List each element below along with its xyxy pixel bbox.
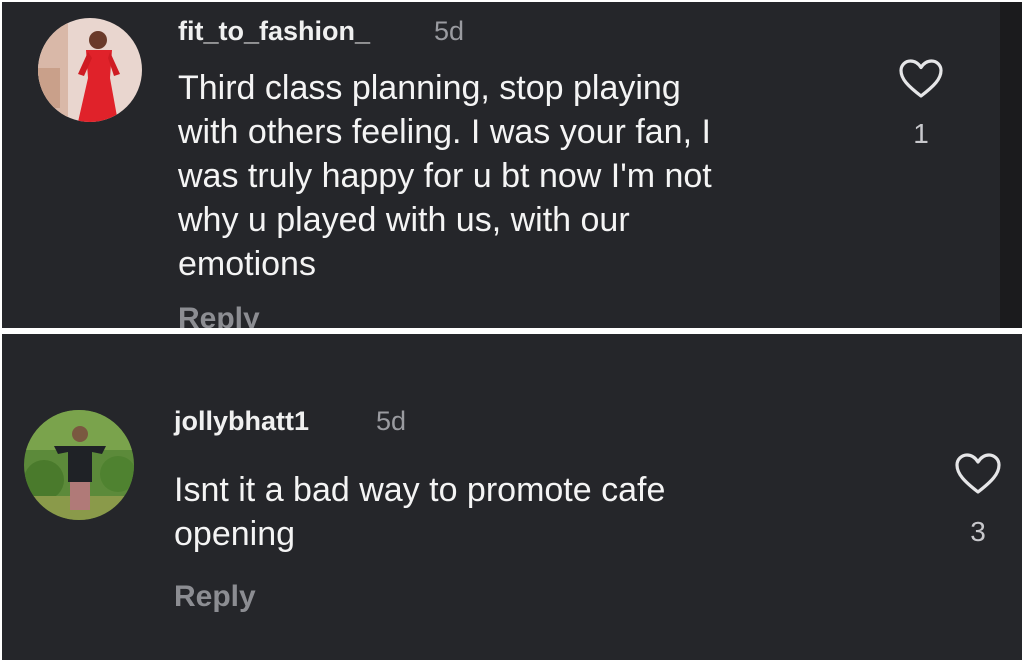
avatar[interactable] <box>38 18 142 122</box>
comment-username[interactable]: jollybhatt1 <box>174 406 309 437</box>
panel-edge <box>1000 2 1022 328</box>
comment-panel-bottom: jollybhatt1 5d Isnt it a bad way to prom… <box>2 334 1022 660</box>
like-count: 3 <box>970 516 986 547</box>
like-count: 1 <box>913 118 929 149</box>
profile-photo-person-outdoors-icon <box>24 410 134 520</box>
reply-button[interactable]: Reply <box>178 302 260 328</box>
profile-photo-red-dress-icon <box>38 18 142 122</box>
avatar[interactable] <box>24 410 134 520</box>
reply-button[interactable]: Reply <box>174 580 256 614</box>
heart-icon[interactable] <box>954 452 1002 496</box>
comment-panel-top: fit_to_fashion_ 5d Third class planning,… <box>2 2 1022 328</box>
comment-text: Third class planning, stop playing with … <box>178 69 712 283</box>
heart-icon[interactable] <box>898 58 944 100</box>
comment-username[interactable]: fit_to_fashion_ <box>178 16 370 47</box>
comment-timestamp: 5d <box>434 16 465 46</box>
comment-text: Isnt it a bad way to promote cafe openin… <box>174 471 666 553</box>
comment-timestamp: 5d <box>376 406 407 436</box>
